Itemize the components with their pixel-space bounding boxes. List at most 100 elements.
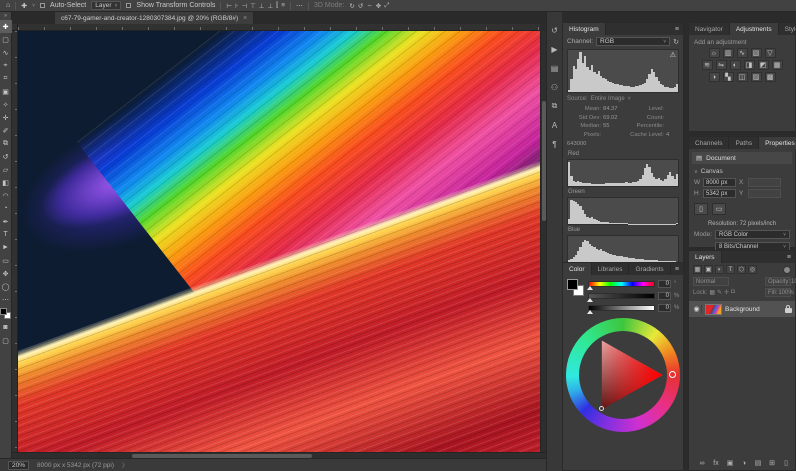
auto-select-target-dropdown[interactable]: Layer ˅ [91, 1, 121, 10]
link-layers-icon[interactable]: ∞ [697, 460, 707, 467]
height-field[interactable]: 5342 px [703, 189, 736, 198]
photo-filter-icon[interactable]: ◨ [744, 60, 755, 70]
lasso-tool[interactable]: ∿ [0, 46, 12, 59]
lock-pixels-icon[interactable]: ✎ [717, 289, 722, 296]
brightness-contrast-icon[interactable]: ☼ [709, 48, 720, 58]
color-mode-dropdown[interactable]: RGB Color ˅ [715, 230, 790, 239]
refresh-histogram-icon[interactable]: ↻ [673, 38, 679, 46]
gradient-map-icon[interactable]: ▨ [751, 72, 762, 82]
filter-pixel-icon[interactable]: ▣ [704, 265, 713, 274]
blend-mode-dropdown[interactable]: Normal [693, 277, 729, 286]
layer-row-background[interactable]: ◉ Background [689, 301, 795, 317]
fill-field[interactable]: Fill: 100% [765, 288, 791, 297]
healing-brush-tool[interactable]: ✛ [0, 111, 12, 124]
tab-libraries[interactable]: Libraries [592, 263, 630, 275]
align-center-h-icon[interactable]: ⊦ [235, 2, 238, 10]
tab-channels[interactable]: Channels [689, 137, 729, 149]
brightness-slider-thumb[interactable] [587, 310, 593, 314]
clone-stamp-tool[interactable]: ⧉ [0, 137, 12, 150]
tab-properties[interactable]: Properties [759, 137, 796, 149]
document-row[interactable]: ▤ Document [692, 152, 792, 164]
threshold-icon[interactable]: ◫ [737, 72, 748, 82]
brightness-slider-value[interactable]: 0 [658, 304, 671, 312]
filter-smart-icon[interactable]: ◎ [748, 265, 757, 274]
levels-icon[interactable]: ▥ [723, 48, 734, 58]
channel-dropdown[interactable]: RGB ˅ [596, 37, 670, 46]
actions-icon[interactable]: ▶ [548, 43, 561, 55]
character-icon[interactable]: A [548, 119, 561, 131]
lock-icon[interactable] [785, 305, 792, 313]
distribute-h-icon[interactable]: ⫿ [276, 2, 278, 10]
paragraph-icon[interactable]: ¶ [548, 138, 561, 150]
width-field[interactable]: 8000 px [703, 178, 736, 187]
zoom-tool[interactable]: ◯ [0, 280, 12, 293]
opacity-field[interactable]: Opacity: 100% [765, 277, 791, 286]
panel-menu-icon[interactable]: ≡ [783, 251, 795, 263]
layer-mask-icon[interactable]: ▣ [725, 459, 735, 467]
color-lookup-icon[interactable]: ▦ [772, 60, 783, 70]
visibility-eye-icon[interactable]: ◉ [692, 305, 702, 313]
tab-styles[interactable]: Styles [779, 23, 796, 35]
uncached-warning-icon[interactable]: ⚠ [670, 51, 676, 59]
home-icon[interactable]: ⌂ [6, 2, 10, 9]
object-selection-tool[interactable]: ⌖ [0, 59, 12, 72]
frame-tool[interactable]: ▣ [0, 85, 12, 98]
canvas-image[interactable] [18, 31, 540, 452]
align-center-v-icon[interactable]: ⊥ [259, 2, 265, 10]
hue-slider-thumb[interactable] [587, 286, 593, 290]
color-balance-icon[interactable]: ⇋ [716, 60, 727, 70]
pen-tool[interactable]: ✒ [0, 215, 12, 228]
filter-shape-icon[interactable]: ⬡ [737, 265, 746, 274]
screen-mode-button[interactable]: ▢ [0, 334, 12, 347]
hue-ring-marker[interactable] [669, 371, 676, 378]
move-tool-icon[interactable]: ✚ [21, 2, 27, 10]
invert-icon[interactable]: ◑ [709, 72, 720, 82]
posterize-icon[interactable]: ▚ [723, 72, 734, 82]
landscape-button[interactable]: ▭ [712, 203, 726, 215]
align-bottom-icon[interactable]: ⊥ [267, 2, 273, 10]
comments-icon[interactable]: ⚇ [548, 81, 561, 93]
brightness-slider[interactable] [588, 305, 655, 311]
move-tool[interactable]: ✚ [0, 20, 12, 33]
tab-layers[interactable]: Layers [689, 251, 722, 263]
exposure-icon[interactable]: ▧ [751, 48, 762, 58]
more-options-icon[interactable]: ⋯ [296, 2, 303, 10]
align-right-icon[interactable]: ⊣ [241, 2, 247, 10]
saturation-slider[interactable] [588, 293, 655, 299]
color-wheel[interactable] [566, 318, 680, 432]
auto-select-checkbox[interactable] [40, 3, 45, 8]
color-wheel-triangle[interactable] [579, 331, 667, 419]
dodge-tool[interactable]: ◔ [0, 202, 12, 215]
black-white-icon[interactable]: ◐ [730, 60, 741, 70]
filter-type-icon[interactable]: T [726, 265, 735, 274]
curves-icon[interactable]: ∿ [737, 48, 748, 58]
new-layer-icon[interactable]: ⊞ [767, 459, 777, 467]
path-selection-tool[interactable]: ► [0, 241, 12, 254]
show-transform-checkbox[interactable] [126, 3, 131, 8]
filter-adjustment-icon[interactable]: ◐ [715, 265, 724, 274]
edit-toolbar[interactable]: ⋯ [0, 293, 12, 306]
tab-color[interactable]: Color [563, 263, 592, 275]
hue-slider[interactable] [588, 281, 655, 287]
canvas-section-header[interactable]: ∨ Canvas [689, 164, 795, 177]
eyedropper-tool[interactable]: ✧ [0, 98, 12, 111]
delete-layer-icon[interactable]: ▯ [781, 459, 791, 467]
hue-saturation-icon[interactable]: ≋ [702, 60, 713, 70]
tab-adjustments[interactable]: Adjustments [730, 23, 779, 35]
layer-thumbnail[interactable] [705, 304, 722, 315]
crop-tool[interactable]: ⌗ [0, 72, 12, 85]
lock-transparent-icon[interactable]: ▦ [709, 289, 715, 296]
lock-all-icon[interactable]: ◘ [731, 289, 735, 296]
new-group-icon[interactable]: ▤ [753, 459, 763, 467]
filter-toggle[interactable] [783, 266, 791, 274]
vibrance-icon[interactable]: ▽ [765, 48, 776, 58]
close-icon[interactable]: × [243, 15, 247, 22]
info-icon[interactable]: ▤ [548, 62, 561, 74]
filter-kind-icon[interactable]: ▦ [693, 265, 702, 274]
panel-menu-icon[interactable]: ≡ [671, 23, 683, 35]
type-tool[interactable]: T [0, 228, 12, 241]
zoom-level-field[interactable]: 20% [8, 461, 29, 470]
align-top-icon[interactable]: ⊤ [250, 2, 256, 10]
marquee-tool[interactable]: ▢ [0, 33, 12, 46]
color-swatches[interactable] [567, 279, 584, 296]
